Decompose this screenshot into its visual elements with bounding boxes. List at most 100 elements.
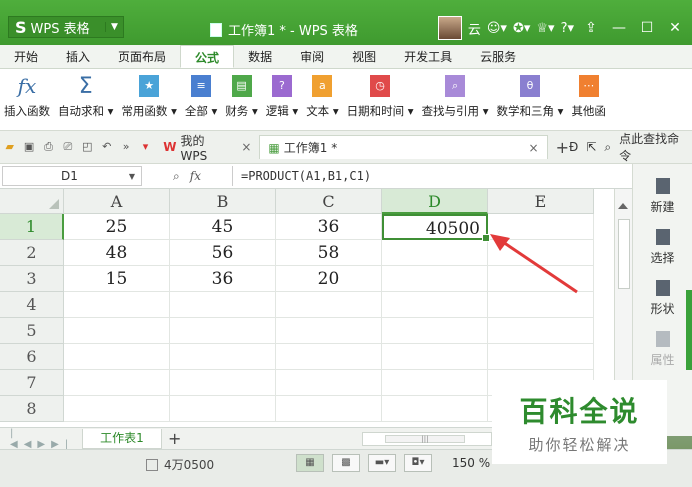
tab-page-layout[interactable]: 页面布局: [104, 45, 180, 68]
restore-ribbon-icon[interactable]: ⇪: [580, 20, 602, 36]
cell-e1[interactable]: [488, 214, 594, 240]
table-cell[interactable]: [276, 318, 382, 344]
cell-e2[interactable]: [488, 240, 594, 266]
row-header[interactable]: 7: [0, 370, 64, 396]
column-header-e[interactable]: E: [488, 189, 594, 214]
all-functions-button[interactable]: ≡ 全部 ▾: [185, 73, 217, 119]
column-header-c[interactable]: C: [276, 189, 382, 214]
eye-protection-button[interactable]: ◘▾: [404, 454, 432, 472]
column-header-a[interactable]: A: [64, 189, 170, 214]
row-header[interactable]: 4: [0, 292, 64, 318]
table-cell[interactable]: [170, 370, 276, 396]
table-cell[interactable]: [488, 318, 594, 344]
chevron-down-icon[interactable]: ▼: [129, 172, 135, 181]
user-name[interactable]: 云: [468, 19, 481, 38]
table-cell[interactable]: [382, 318, 488, 344]
row-header[interactable]: 5: [0, 318, 64, 344]
finance-button[interactable]: ▤ 财务 ▾: [225, 73, 258, 119]
shirt-icon[interactable]: ♕▾: [536, 21, 554, 36]
cell-d1[interactable]: 40500: [382, 214, 490, 242]
more-commands-icon[interactable]: »: [119, 140, 132, 154]
table-cell[interactable]: [64, 318, 170, 344]
cloud-status-icon[interactable]: ☺▾: [487, 21, 507, 36]
cell-b3[interactable]: 36: [170, 266, 276, 292]
skin-icon[interactable]: ✪▾: [513, 21, 530, 36]
math-button[interactable]: θ 数学和三角 ▾: [497, 73, 563, 119]
table-cell[interactable]: [276, 344, 382, 370]
cell-e3[interactable]: [488, 266, 594, 292]
avatar[interactable]: [437, 16, 462, 40]
table-cell[interactable]: [64, 396, 170, 422]
minimize-button[interactable]: —: [608, 20, 630, 36]
cell-a1[interactable]: 25: [64, 214, 170, 240]
row-header[interactable]: 6: [0, 344, 64, 370]
d-icon[interactable]: Ð: [569, 140, 578, 154]
table-cell[interactable]: [276, 396, 382, 422]
page-break-view-button[interactable]: ▩: [332, 454, 360, 472]
open-folder-icon[interactable]: ▰: [3, 140, 16, 154]
tab-view[interactable]: 视图: [338, 45, 390, 68]
row-header[interactable]: 2: [0, 240, 64, 266]
cell-d3[interactable]: [382, 266, 488, 292]
table-cell[interactable]: [382, 396, 488, 422]
autosum-button[interactable]: Σ 自动求和 ▾: [58, 73, 113, 119]
cell-b1[interactable]: 45: [170, 214, 276, 240]
lookup-button[interactable]: ⌕ 查找与引用 ▾: [422, 73, 489, 119]
column-header-b[interactable]: B: [170, 189, 276, 214]
chevron-down-icon[interactable]: ▼: [105, 22, 123, 32]
row-header[interactable]: 3: [0, 266, 64, 292]
tab-insert[interactable]: 插入: [52, 45, 104, 68]
table-cell[interactable]: [170, 318, 276, 344]
help-icon[interactable]: ?▾: [561, 21, 574, 36]
reading-mode-button[interactable]: ▬▾: [368, 454, 396, 472]
table-cell[interactable]: [64, 344, 170, 370]
row-header[interactable]: 8: [0, 396, 64, 422]
column-header-d[interactable]: D: [382, 189, 488, 214]
logic-button[interactable]: ? 逻辑 ▾: [266, 73, 298, 119]
insert-function-button[interactable]: fx 插入函数: [4, 73, 50, 119]
sheet-tab-1[interactable]: 工作表1: [82, 428, 162, 449]
search-command-input[interactable]: 点此查找命令: [619, 130, 686, 164]
undo-icon[interactable]: ↶: [100, 140, 113, 154]
table-cell[interactable]: [488, 292, 594, 318]
doc-tab-mywps[interactable]: W 我的WPS ×: [155, 134, 259, 163]
tab-developer[interactable]: 开发工具: [390, 45, 466, 68]
table-cell[interactable]: [170, 344, 276, 370]
zoom-level[interactable]: 150 %: [452, 456, 490, 470]
close-button[interactable]: ✕: [664, 20, 686, 36]
wps-menu-button[interactable]: S WPS 表格 ▼: [8, 16, 124, 38]
customize-icon[interactable]: ▾: [139, 140, 152, 154]
scrollbar-thumb[interactable]: |||: [385, 435, 465, 443]
cell-c3[interactable]: 20: [276, 266, 382, 292]
cell-b2[interactable]: 56: [170, 240, 276, 266]
cell-a3[interactable]: 15: [64, 266, 170, 292]
datetime-button[interactable]: ◷ 日期和时间 ▾: [347, 73, 414, 119]
table-cell[interactable]: [64, 292, 170, 318]
name-box[interactable]: D1 ▼: [2, 166, 142, 186]
export-pdf-icon[interactable]: ⎙: [42, 140, 55, 154]
task-panel-shape[interactable]: 形状: [633, 280, 692, 317]
tab-review[interactable]: 审阅: [286, 45, 338, 68]
task-panel-select[interactable]: 选择: [633, 229, 692, 266]
horizontal-scrollbar[interactable]: |||: [362, 432, 492, 446]
task-panel-properties[interactable]: 属性: [633, 331, 692, 368]
table-cell[interactable]: [382, 344, 488, 370]
print-icon[interactable]: ⎚: [61, 140, 74, 154]
zoom-search-icon[interactable]: ⌕: [173, 169, 180, 184]
close-icon[interactable]: ×: [241, 140, 251, 154]
common-functions-button[interactable]: ★ 常用函数 ▾: [121, 73, 177, 119]
table-cell[interactable]: [382, 292, 488, 318]
normal-view-button[interactable]: ▦: [296, 454, 324, 472]
sheet-nav-arrows[interactable]: |◀◀▶▶|: [0, 428, 82, 450]
table-cell[interactable]: [170, 292, 276, 318]
maximize-button[interactable]: ☐: [636, 20, 658, 36]
row-header[interactable]: 1: [0, 214, 64, 240]
search-icon[interactable]: ⌕: [604, 140, 611, 155]
table-cell[interactable]: [276, 292, 382, 318]
new-tab-icon[interactable]: +: [556, 138, 569, 157]
tab-formula[interactable]: 公式: [180, 45, 235, 68]
scroll-up-icon[interactable]: [618, 203, 628, 209]
add-sheet-icon[interactable]: +: [168, 429, 181, 448]
task-panel-new[interactable]: 新建: [633, 178, 692, 215]
table-cell[interactable]: [382, 370, 488, 396]
